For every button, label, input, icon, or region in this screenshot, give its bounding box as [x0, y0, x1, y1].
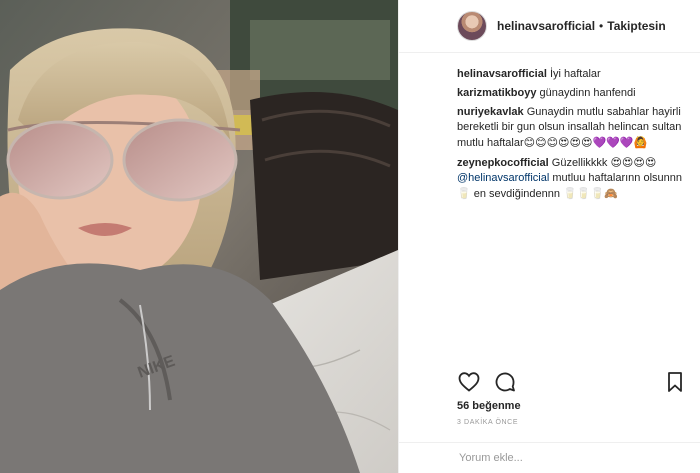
comment-username[interactable]: helinavsarofficial [457, 68, 547, 80]
comment-emojis: 🥛🥛🥛🙈 [563, 187, 618, 200]
post-username[interactable]: helinavsarofficial [497, 19, 595, 33]
comment-list: helinavsarofficial İyi haftalar karizmat… [399, 53, 700, 363]
like-count[interactable]: 56 beğenme [457, 400, 521, 412]
comment-emojis: 🥛 [457, 187, 471, 200]
comment-item: nuriyekavlak Gunaydin mutlu sabahlar hay… [457, 105, 687, 151]
avatar[interactable] [457, 11, 487, 41]
comment-item: helinavsarofficial İyi haftalar [457, 67, 687, 82]
comment-item: karizmatikboyy günaydinn hanfendi [457, 86, 687, 101]
comment-input[interactable] [457, 451, 661, 465]
comment-text: İyi haftalar [549, 68, 601, 80]
follow-status[interactable]: Takiptesin [607, 19, 665, 33]
comment-username[interactable]: nuriyekavlak [457, 106, 524, 118]
post-sidebar: helinavsarofficial • Takiptesin helinavs… [398, 0, 700, 473]
post-timestamp: 3 DAKİKA ÖNCE [457, 419, 519, 426]
comment-text: en sevdiğindennn [473, 188, 561, 200]
post-header: helinavsarofficial • Takiptesin [399, 0, 700, 53]
comment-emojis: 😊😊😊😍😍😍💜💜💜🙆 [523, 136, 648, 149]
comment-username[interactable]: karizmatikboyy [457, 87, 536, 99]
comment-mention[interactable]: @helinavsarofficial [457, 172, 549, 184]
post-actions [457, 366, 687, 398]
add-comment-bar [399, 442, 700, 473]
comment-text: günaydinn hanfendi [539, 87, 636, 99]
post-photo-image: NIKE [0, 0, 398, 473]
comment-text: mutluu haftalarınn olsunnn [552, 172, 683, 184]
comment-item: zeynepkocofficial Güzellikkkk 😍😍😍😍 @heli… [457, 155, 687, 202]
separator-dot: • [599, 19, 604, 33]
comment-username[interactable]: zeynepkocofficial [457, 157, 549, 169]
comment-emojis: 😍😍😍😍 [610, 156, 657, 169]
bookmark-icon[interactable] [663, 370, 687, 394]
heart-icon[interactable] [457, 370, 481, 394]
comment-icon[interactable] [493, 370, 517, 394]
post-photo[interactable]: NIKE [0, 0, 398, 473]
comment-text: Güzellikkkk [551, 157, 608, 169]
